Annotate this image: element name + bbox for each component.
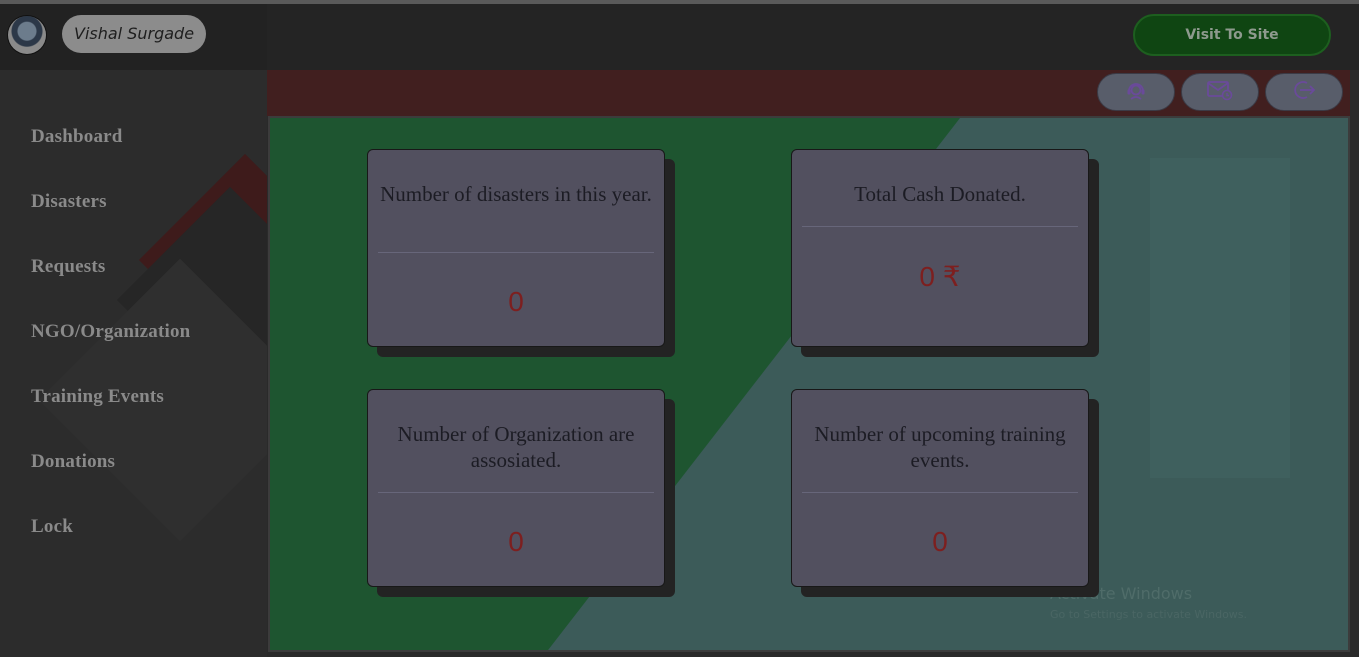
sidebar-item-lock[interactable]: Lock	[31, 516, 73, 538]
dashboard-content: Activate Windows Go to Settings to activ…	[268, 116, 1350, 652]
sidebar: Dashboard Disasters Requests NGO/Organiz…	[0, 70, 267, 657]
visit-site-button[interactable]: Visit To Site	[1133, 14, 1331, 56]
logout-button[interactable]	[1265, 73, 1343, 111]
stat-card-disasters: Number of disasters in this year. 0	[367, 149, 665, 347]
toolbar	[267, 70, 1350, 116]
sidebar-item-training-events[interactable]: Training Events	[31, 386, 164, 408]
card-title: Number of upcoming training events.	[814, 422, 1066, 472]
card-divider	[802, 226, 1078, 227]
card-value: 0 ₹	[919, 261, 961, 292]
support-button[interactable]	[1097, 73, 1175, 111]
background-shape	[1150, 158, 1290, 478]
user-header: Vishal Surgade	[0, 4, 267, 70]
sidebar-item-donations[interactable]: Donations	[31, 451, 115, 473]
sidebar-item-dashboard[interactable]: Dashboard	[31, 126, 123, 148]
scrollbar[interactable]	[1350, 70, 1359, 657]
card-divider	[378, 252, 654, 253]
sidebar-item-disasters[interactable]: Disasters	[31, 191, 107, 213]
card-value: 0	[932, 526, 948, 557]
mail-button[interactable]	[1181, 73, 1259, 111]
activate-windows-subtitle: Go to Settings to activate Windows.	[1050, 608, 1248, 621]
card-title: Number of disasters in this year.	[380, 182, 652, 206]
stat-card-training-events: Number of upcoming training events. 0	[791, 389, 1089, 587]
card-divider	[802, 492, 1078, 493]
stat-card-cash-donated: Total Cash Donated. 0 ₹	[791, 149, 1089, 347]
card-value: 0	[508, 286, 524, 317]
card-title: Total Cash Donated.	[854, 182, 1026, 206]
support-agent-icon	[1124, 78, 1148, 107]
top-bar: Visit To Site	[267, 4, 1359, 70]
logout-icon	[1291, 78, 1317, 107]
card-value: 0	[508, 526, 524, 557]
stat-card-organizations: Number of Organization are assosiated. 0	[367, 389, 665, 587]
sidebar-item-requests[interactable]: Requests	[31, 256, 105, 278]
card-title: Number of Organization are assosiated.	[397, 422, 635, 472]
avatar[interactable]	[8, 16, 46, 54]
card-divider	[378, 492, 654, 493]
username-badge[interactable]: Vishal Surgade	[62, 15, 207, 53]
sidebar-item-ngo-organization[interactable]: NGO/Organization	[31, 321, 190, 343]
mail-icon	[1206, 78, 1234, 107]
